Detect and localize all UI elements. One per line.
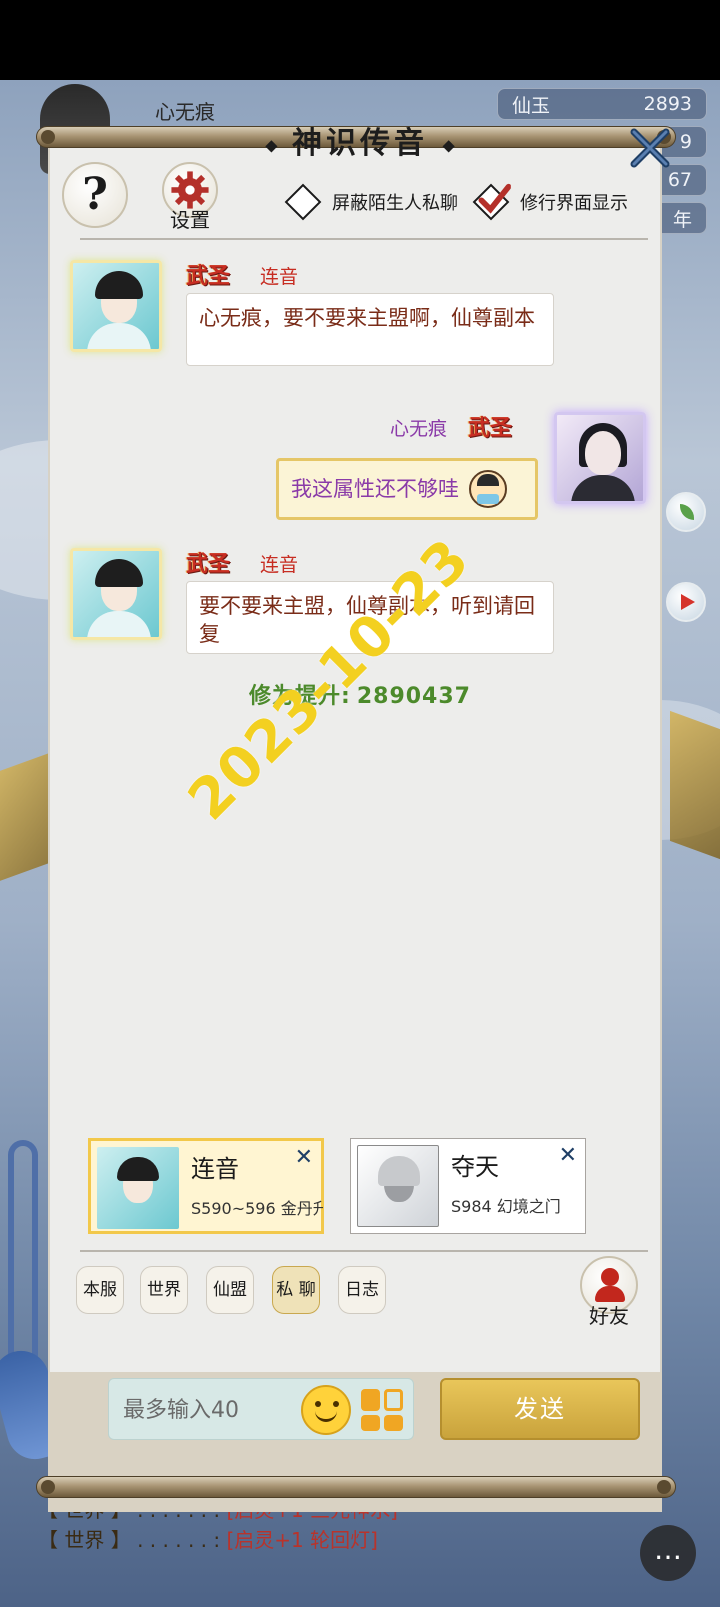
tab-log[interactable]: 日志 — [338, 1266, 386, 1314]
option-label: 修行界面显示 — [520, 193, 628, 214]
message-sender[interactable]: 心无痕 — [390, 414, 447, 441]
stat-value: 2893 — [643, 93, 692, 115]
stat-pill-jade: 仙玉 2893 — [497, 88, 707, 120]
checkbox-checked[interactable] — [472, 183, 511, 221]
masked-face-emoji-icon — [469, 470, 507, 508]
rank-badge: 武圣 — [468, 415, 513, 441]
divider — [80, 1250, 648, 1252]
tab-alliance[interactable]: 仙盟 — [206, 1266, 254, 1314]
contact-server: S590~596 金丹升 — [191, 1199, 323, 1218]
checkmark-icon — [478, 183, 511, 214]
flag-icon[interactable] — [666, 582, 706, 622]
rank-badge: 武圣 — [186, 551, 231, 577]
close-icon[interactable]: ✕ — [295, 1145, 313, 1170]
contact-avatar — [97, 1147, 179, 1229]
tassel-cord — [8, 1140, 38, 1370]
message-sender[interactable]: 连音 — [260, 262, 298, 289]
message-sender[interactable]: 连音 — [260, 550, 298, 577]
contact-card[interactable]: 夺天 S984 幻境之门 ✕ — [350, 1138, 586, 1234]
chat-bubble-icon[interactable]: … — [640, 1525, 696, 1581]
log-channel: 【 世界 】 — [38, 1528, 131, 1552]
block-strangers-option[interactable]: 屏蔽陌生人私聊 — [284, 183, 458, 221]
tab-private[interactable]: 私 聊 — [272, 1266, 320, 1314]
message-input-wrapper — [108, 1378, 414, 1440]
smiley-icon[interactable] — [301, 1385, 351, 1435]
contact-avatar[interactable] — [70, 548, 162, 640]
stat-value: 年 — [672, 208, 692, 231]
rank-badge: 武圣 — [186, 263, 231, 289]
settings-label: 设置 — [170, 208, 210, 232]
message-bubble: 心无痕，要不要来主盟啊，仙尊副本 — [186, 293, 554, 366]
stat-value: 67 — [667, 169, 692, 191]
notice-value: 2890437 — [356, 684, 471, 709]
diamond-icon: ◆ — [442, 135, 455, 155]
dialog-title-text: 神识传音 — [292, 126, 428, 161]
settings-button[interactable]: 设置 — [158, 162, 222, 232]
help-button[interactable]: ? — [62, 162, 128, 228]
friends-button[interactable]: 好友 — [577, 1256, 641, 1328]
log-text: [启灵+1 轮回灯] — [226, 1528, 378, 1552]
background-ornament — [670, 710, 720, 860]
apps-grid-icon[interactable] — [361, 1389, 403, 1431]
diamond-icon: ◆ — [265, 135, 278, 155]
contact-card-active[interactable]: 连音 S590~596 金丹升 ✕ — [88, 1138, 324, 1234]
show-in-cultivation-option[interactable]: 修行界面显示 — [472, 183, 628, 221]
contact-avatar[interactable] — [70, 260, 162, 352]
dialog-title: ◆ 神识传音 ◆ — [0, 118, 720, 162]
message-input[interactable] — [123, 1391, 303, 1429]
my-avatar[interactable] — [554, 412, 646, 504]
contact-name: 夺天 — [451, 1153, 499, 1181]
leaf-icon[interactable] — [666, 492, 706, 532]
contact-name: 连音 — [191, 1155, 239, 1183]
checkbox[interactable] — [284, 183, 322, 221]
divider — [80, 238, 648, 240]
close-icon[interactable]: ✕ — [559, 1143, 577, 1168]
close-icon[interactable] — [628, 126, 672, 170]
option-label: 屏蔽陌生人私聊 — [332, 193, 458, 214]
message-bubble-self: 我这属性还不够哇 — [276, 458, 538, 520]
stat-label: 仙玉 — [512, 94, 551, 117]
friends-label: 好友 — [589, 1304, 629, 1328]
tab-world[interactable]: 世界 — [140, 1266, 188, 1314]
contact-avatar — [357, 1145, 439, 1227]
message-text: 我这属性还不够哇 — [291, 477, 459, 501]
contact-server: S984 幻境之门 — [451, 1197, 561, 1216]
status-bar — [0, 0, 720, 80]
log-dots: . . . . . . : — [137, 1528, 221, 1552]
scroll-bottom-rod — [36, 1476, 676, 1498]
tab-server[interactable]: 本服 — [76, 1266, 124, 1314]
world-log-line: 【 世界 】 . . . . . . : [启灵+1 轮回灯] — [38, 1524, 378, 1553]
send-button[interactable]: 发送 — [440, 1378, 640, 1440]
help-icon: ? — [82, 169, 108, 220]
